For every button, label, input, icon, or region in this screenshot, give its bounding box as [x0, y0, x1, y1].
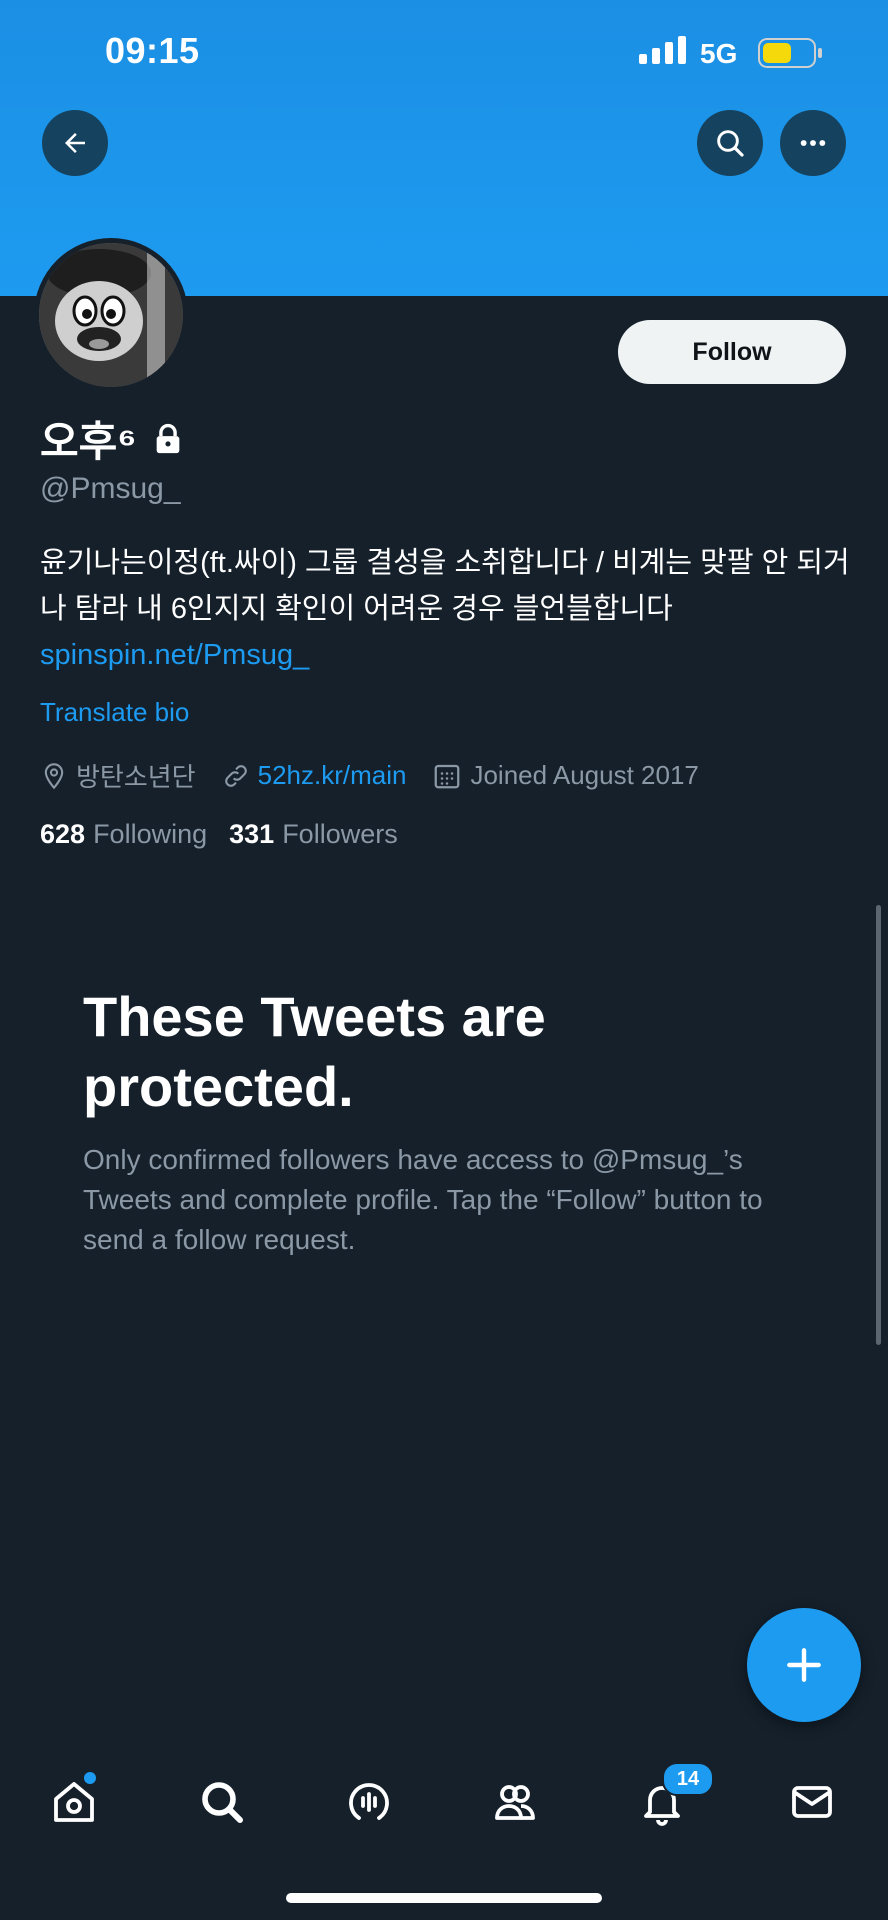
tab-messages[interactable] — [784, 1774, 840, 1830]
profile-meta: 방탄소년단 52hz.kr/main Joined August 2017 — [40, 757, 725, 794]
search-icon — [202, 1782, 243, 1823]
joined-text: Joined August 2017 — [470, 760, 699, 790]
more-horizontal-icon — [800, 140, 826, 146]
back-button[interactable] — [42, 110, 108, 176]
communities-icon — [495, 1785, 535, 1820]
battery-icon — [758, 38, 824, 73]
arrow-left-icon — [65, 133, 85, 153]
bio: 윤기나는이정(ft.싸이) 그룹 결성을 소취합니다 / 비계는 맞팔 안 되거… — [40, 540, 860, 678]
avatar-image — [39, 243, 183, 387]
bio-text: 윤기나는이정(ft.싸이) 그룹 결성을 소취합니다 / 비계는 맞팔 안 되거… — [40, 547, 850, 625]
following-link[interactable]: 628 Following — [40, 819, 229, 850]
home-indicator[interactable] — [286, 1893, 602, 1903]
location-text: 방탄소년단 — [76, 762, 196, 792]
website-item[interactable]: 52hz.kr/main — [222, 760, 407, 791]
following-count: 628 — [40, 819, 86, 849]
home-icon — [54, 1782, 94, 1822]
spaces-microphone-icon — [349, 1783, 389, 1820]
followers-link[interactable]: 331 Followers — [229, 819, 420, 850]
display-name-text: 오후⁶ — [40, 418, 137, 465]
followers-label: Followers — [282, 819, 398, 849]
scrollbar[interactable] — [876, 905, 881, 1345]
status-bar: 09:15 5G — [0, 0, 888, 100]
notifications-badge: 14 — [662, 1762, 714, 1796]
link-icon — [224, 764, 247, 787]
username-handle: @Pmsug_ — [40, 472, 181, 505]
tab-search[interactable] — [194, 1774, 250, 1830]
joined-item: Joined August 2017 — [432, 760, 699, 791]
status-time: 09:15 — [105, 30, 200, 71]
tab-spaces[interactable] — [341, 1774, 397, 1830]
tab-notifications[interactable]: 14 — [634, 1762, 714, 1830]
new-content-dot — [84, 1772, 96, 1784]
compose-tweet-button[interactable] — [747, 1608, 861, 1722]
following-label: Following — [93, 819, 208, 849]
follow-button[interactable]: Follow — [618, 320, 846, 384]
network-label: 5G — [700, 38, 738, 69]
bio-link[interactable]: spinspin.net/Pmsug_ — [40, 632, 860, 678]
search-icon — [717, 130, 744, 157]
search-button[interactable] — [697, 110, 763, 176]
bottom-tab-bar: 14 — [0, 1760, 888, 1840]
lock-icon — [151, 422, 185, 456]
calendar-icon — [435, 764, 460, 788]
tab-communities[interactable] — [487, 1774, 543, 1830]
location-item: 방탄소년단 — [40, 757, 196, 794]
follow-counts: 628 Following 331 Followers — [40, 819, 420, 850]
display-name: 오후⁶ — [40, 408, 185, 469]
more-options-button[interactable] — [780, 110, 846, 176]
followers-count: 331 — [229, 819, 275, 849]
signal-icon — [639, 36, 691, 69]
website-link[interactable]: 52hz.kr/main — [258, 760, 407, 791]
protected-description: Only confirmed followers have access to … — [83, 1144, 763, 1255]
translate-bio-link[interactable]: Translate bio — [40, 697, 189, 728]
tab-home[interactable] — [46, 1772, 102, 1830]
protected-title: These Tweets are protected. — [83, 985, 546, 1118]
plus-icon — [787, 1648, 821, 1682]
avatar[interactable] — [34, 238, 188, 392]
location-pin-icon — [44, 762, 64, 789]
envelope-icon — [792, 1786, 832, 1818]
